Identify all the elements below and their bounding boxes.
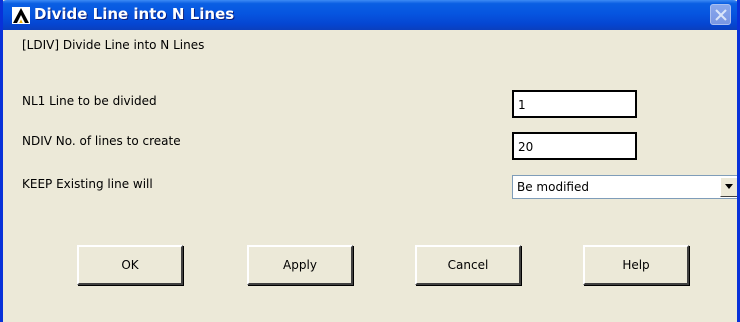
- ndiv-label: NDIV No. of lines to create: [22, 134, 181, 148]
- close-button[interactable]: [710, 4, 731, 25]
- ok-button[interactable]: OK: [77, 245, 183, 285]
- dropdown-toggle[interactable]: [720, 177, 737, 197]
- apply-button[interactable]: Apply: [247, 245, 353, 285]
- keep-select[interactable]: Be modified: [512, 175, 737, 199]
- window-title: Divide Line into N Lines: [34, 5, 235, 23]
- help-button[interactable]: Help: [583, 245, 689, 285]
- command-heading: [LDIV] Divide Line into N Lines: [22, 38, 205, 52]
- keep-selected-value: Be modified: [517, 180, 589, 194]
- close-icon: [715, 9, 727, 21]
- dialog-window: Divide Line into N Lines [LDIV] Divide L…: [0, 0, 740, 322]
- title-bar[interactable]: Divide Line into N Lines: [3, 0, 737, 30]
- chevron-down-icon: [725, 184, 733, 189]
- ansys-logo-icon: [12, 7, 30, 24]
- keep-label: KEEP Existing line will: [22, 177, 153, 191]
- ndiv-input[interactable]: 20: [512, 132, 637, 160]
- cancel-button[interactable]: Cancel: [415, 245, 521, 285]
- nl1-label: NL1 Line to be divided: [22, 94, 157, 108]
- nl1-input[interactable]: 1: [512, 90, 637, 118]
